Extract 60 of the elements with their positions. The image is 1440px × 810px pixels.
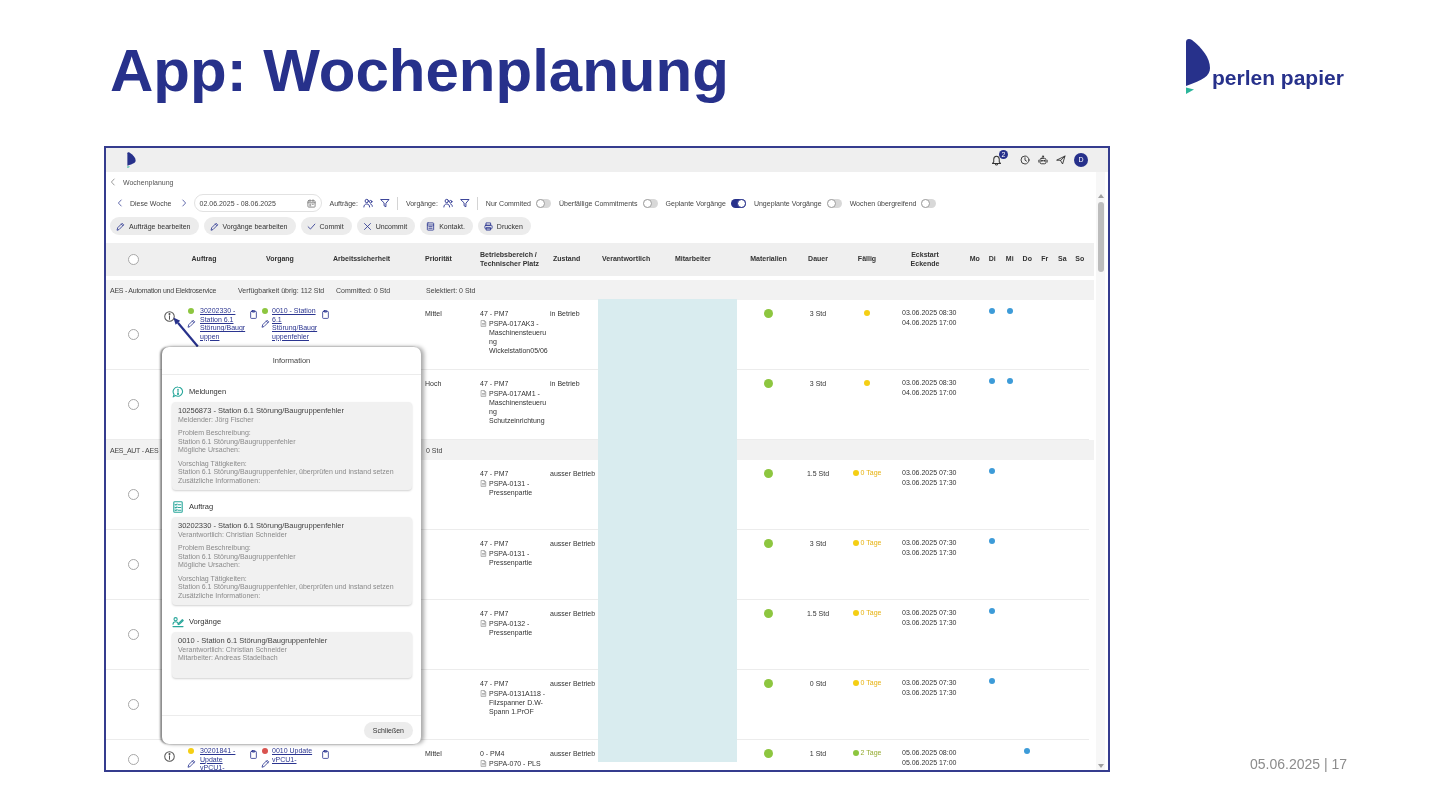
scroll-down-icon[interactable] [1097, 764, 1104, 768]
clipboard-icon[interactable] [321, 310, 330, 319]
send-icon[interactable] [1056, 155, 1066, 165]
document-icon [480, 390, 487, 397]
slide-title: App: Wochenplanung [110, 38, 729, 104]
alert-bubble-icon [172, 385, 184, 398]
row-radio[interactable] [127, 329, 139, 340]
logo-icon [1185, 38, 1211, 94]
users-icon[interactable] [362, 198, 373, 208]
checklist-icon [172, 500, 184, 513]
row-radio[interactable] [127, 754, 139, 765]
row-radio[interactable] [127, 629, 139, 640]
toggle-switch[interactable] [921, 198, 937, 208]
select-all-radio[interactable] [127, 254, 139, 265]
team-icon [172, 615, 184, 628]
users-icon[interactable] [442, 198, 453, 208]
printer-icon[interactable] [483, 221, 493, 231]
logo-icon [127, 152, 136, 168]
pencil-icon[interactable] [260, 319, 270, 328]
scrollbar[interactable] [1096, 172, 1105, 770]
info-icon[interactable] [164, 751, 175, 762]
calendar-icon[interactable] [306, 198, 316, 208]
document-icon [480, 620, 487, 627]
annotation-arrow [172, 316, 199, 347]
clipboard-icon[interactable] [249, 750, 258, 759]
info-icon[interactable] [164, 311, 175, 322]
toggle-switch[interactable] [730, 198, 746, 208]
filter-icon[interactable] [379, 198, 390, 208]
document-icon [480, 480, 487, 487]
toggle-switch[interactable] [536, 198, 551, 208]
filter-icon[interactable] [459, 198, 470, 208]
pencil-icon[interactable] [209, 221, 219, 231]
slide-footer: 05.06.2025 | 17 [1250, 756, 1348, 772]
clipboard-icon[interactable] [321, 750, 330, 759]
row-radio[interactable] [127, 559, 139, 570]
row-radio[interactable] [127, 399, 139, 410]
clipboard-icon[interactable] [249, 310, 258, 319]
bell-icon[interactable] [991, 154, 1002, 166]
pencil-icon[interactable] [186, 319, 196, 328]
chevron-right-icon[interactable] [179, 199, 188, 207]
check-icon[interactable] [306, 221, 316, 231]
toggle-switch[interactable] [642, 198, 658, 208]
scrollbar-thumb[interactable] [1097, 202, 1104, 272]
toggle-switch[interactable] [826, 198, 842, 208]
sheet-icon[interactable] [426, 221, 436, 231]
pencil-icon[interactable] [186, 759, 196, 768]
chevron-left-icon[interactable] [116, 199, 124, 207]
robot-icon[interactable] [1038, 155, 1048, 165]
clock-icon[interactable] [1020, 155, 1030, 165]
scroll-up-icon[interactable] [1097, 194, 1104, 198]
row-radio[interactable] [127, 489, 139, 500]
document-icon [480, 690, 487, 697]
row-radio[interactable] [127, 699, 139, 710]
document-icon [480, 550, 487, 557]
logo-text: perlen papier [1212, 67, 1344, 89]
document-icon [480, 760, 487, 767]
pencil-icon[interactable] [116, 221, 125, 231]
pencil-icon[interactable] [260, 759, 270, 768]
cross-icon[interactable] [362, 221, 372, 231]
document-icon [480, 320, 487, 327]
